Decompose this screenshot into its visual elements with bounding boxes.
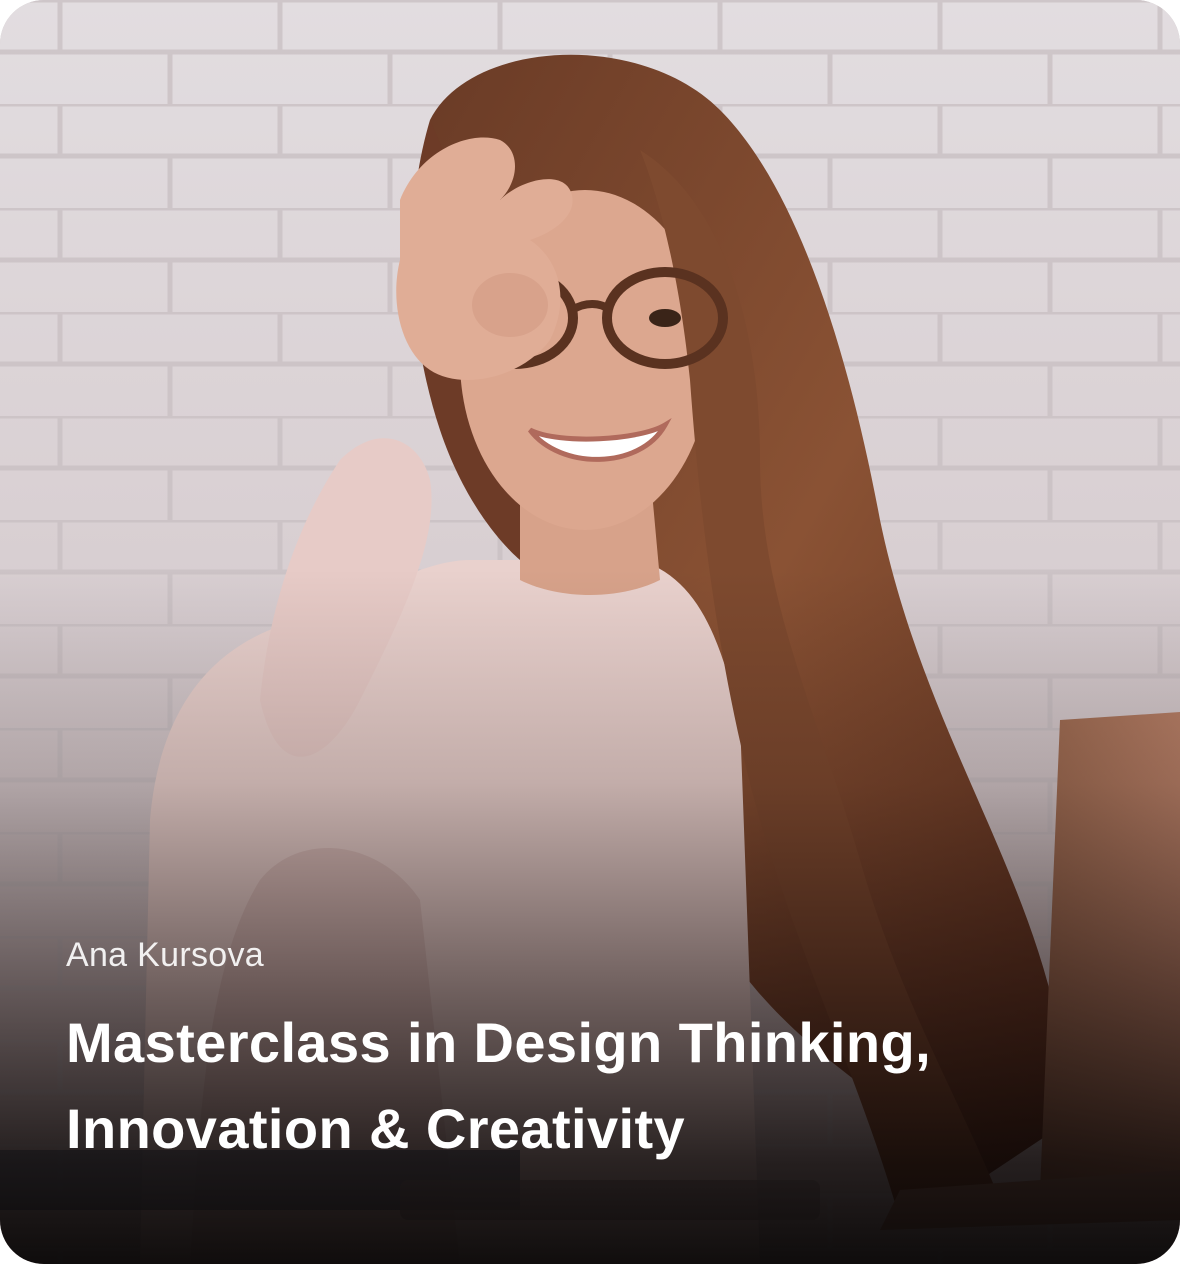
course-info: Ana Kursova Masterclass in Design Thinki…	[66, 930, 1126, 1172]
author-name[interactable]: Ana Kursova	[66, 930, 1126, 980]
course-title-line: Innovation & Creativity	[66, 1097, 686, 1160]
course-title[interactable]: Masterclass in Design Thinking, Innovati…	[66, 1000, 1126, 1172]
course-title-line: Masterclass in Design Thinking,	[66, 1011, 932, 1074]
course-card[interactable]: Ana Kursova Masterclass in Design Thinki…	[0, 0, 1180, 1264]
